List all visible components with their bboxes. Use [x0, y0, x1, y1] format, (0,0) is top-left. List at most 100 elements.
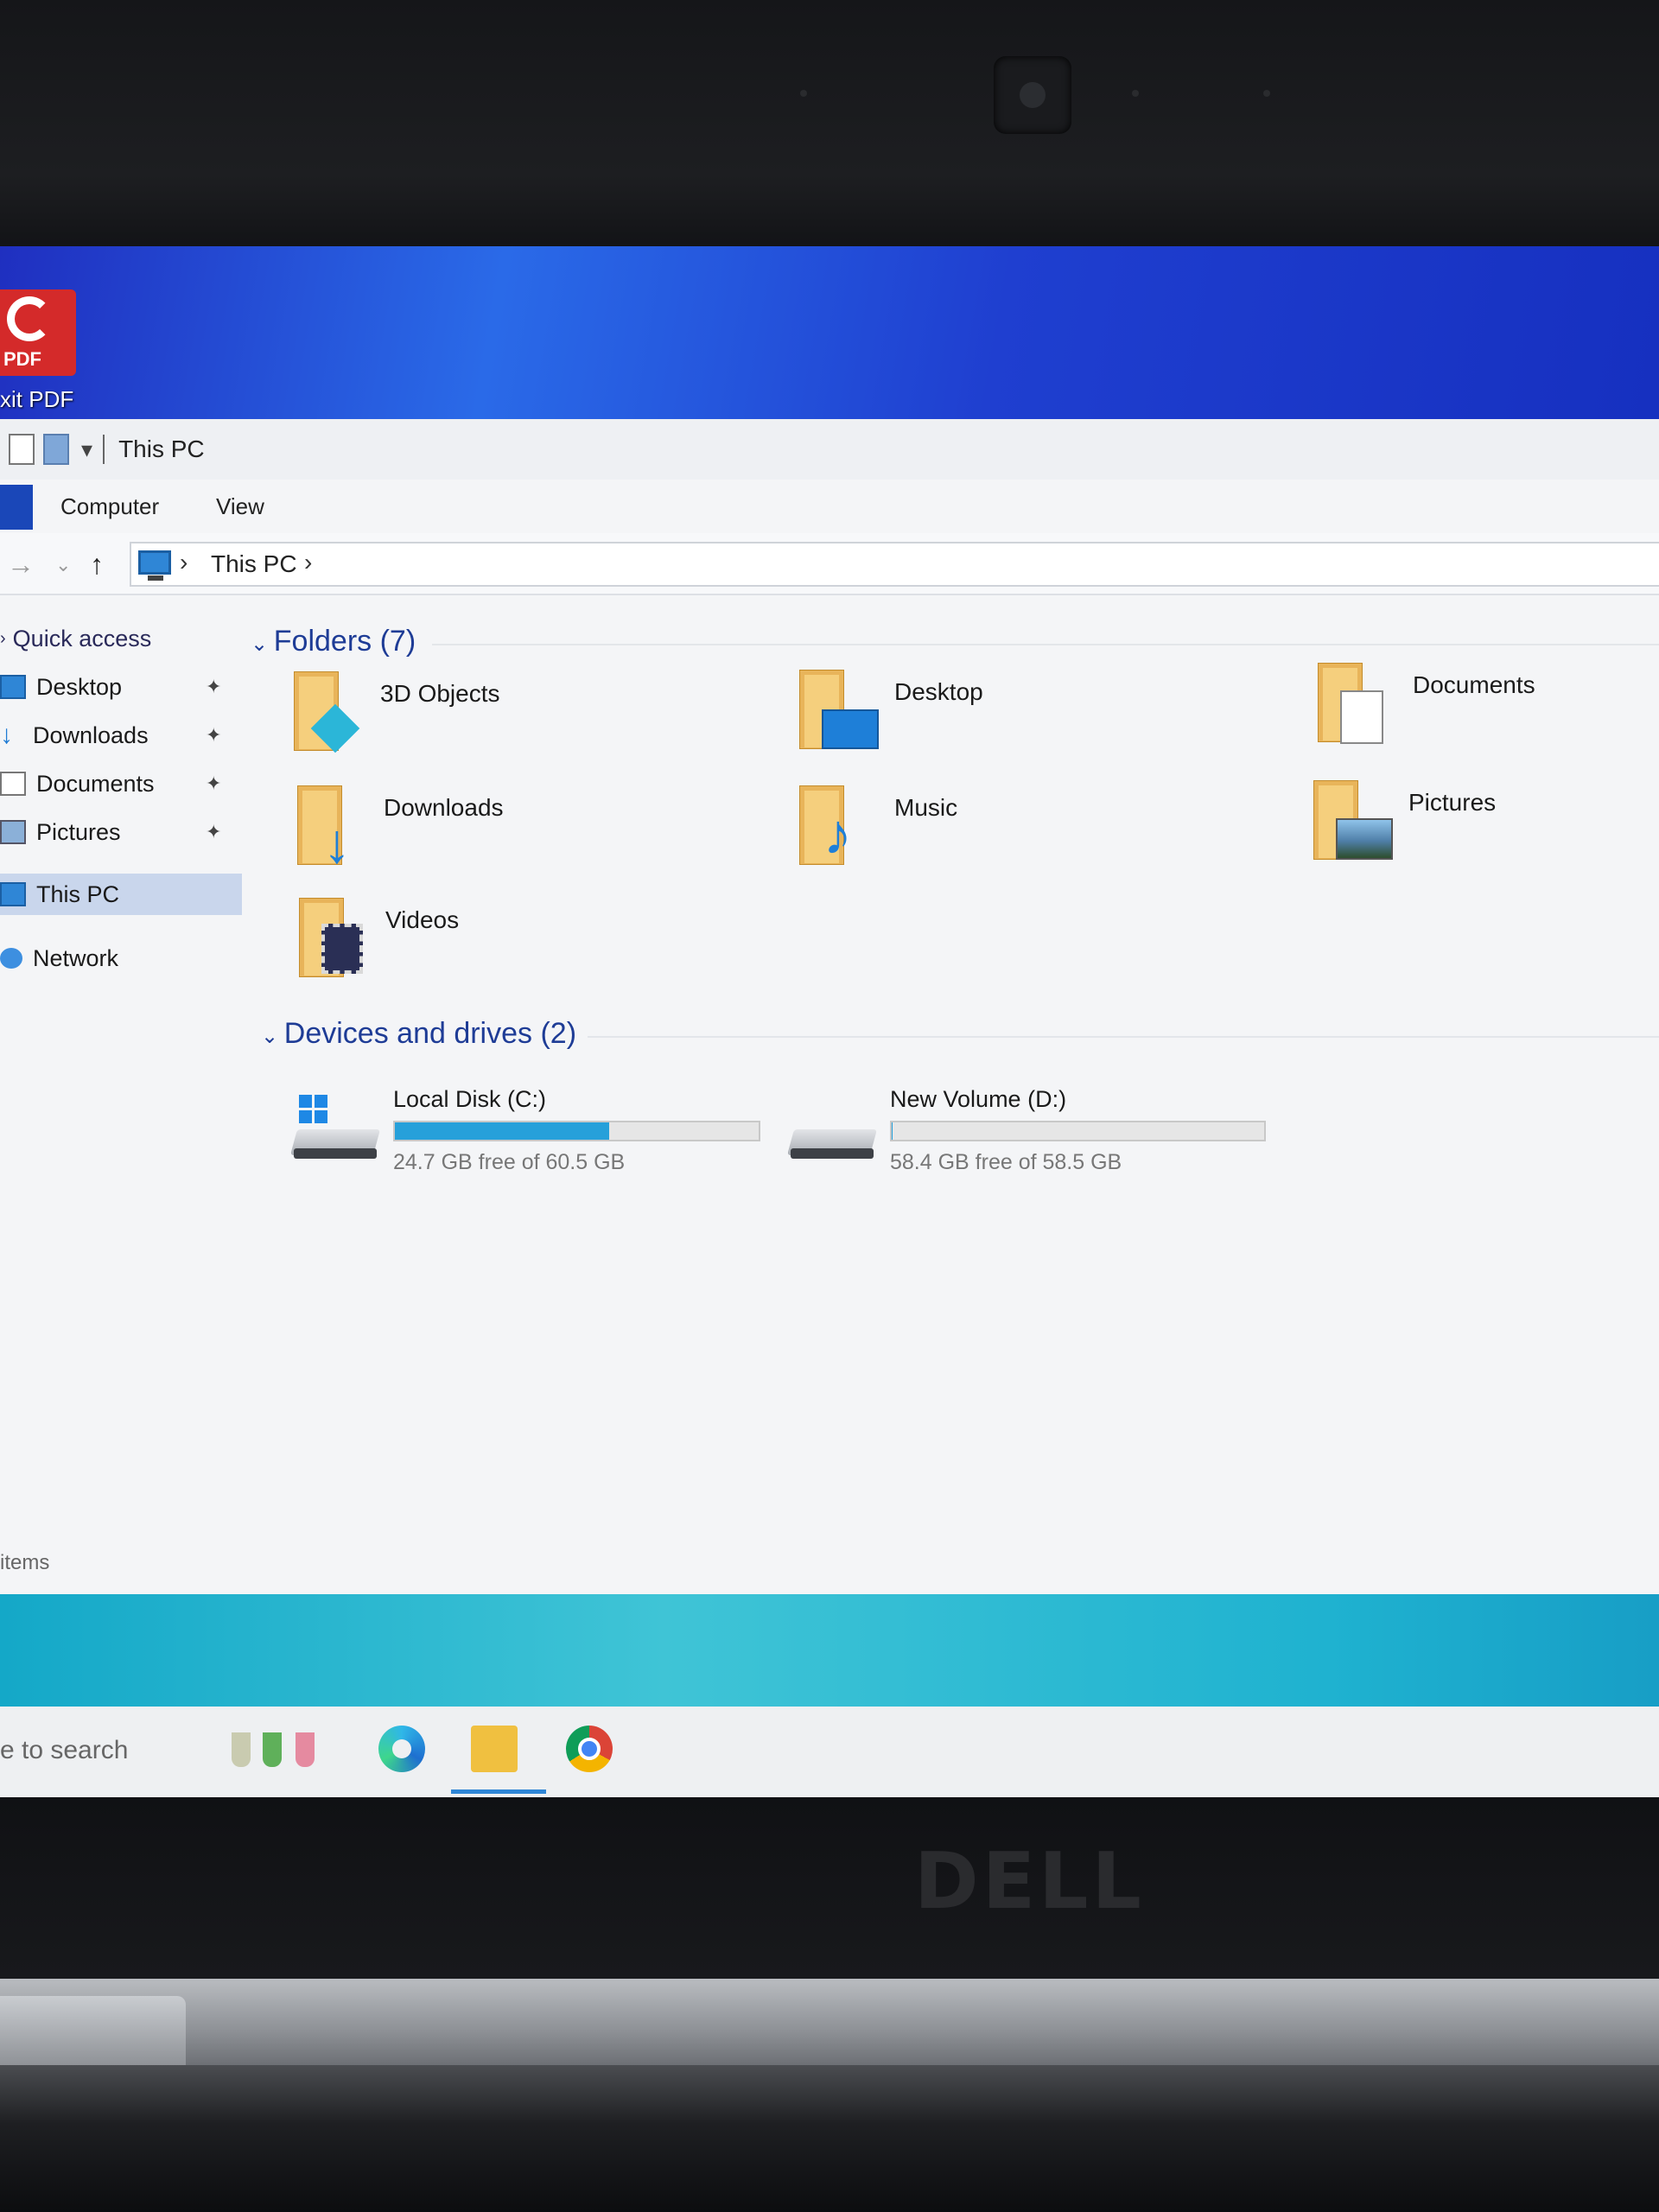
collapse-chevron-icon: ⌄ [251, 632, 274, 656]
folders-group-header[interactable]: ⌄ Folders (7) [251, 625, 416, 658]
new-folder-quick-button[interactable] [43, 434, 69, 465]
folder-downloads[interactable]: ↓ Downloads [297, 785, 747, 880]
drive-name: New Volume (D:) [890, 1086, 1067, 1112]
customize-toolbar-dropdown[interactable]: ▾ [81, 436, 92, 463]
sidebar-item-label: Quick access [12, 625, 152, 652]
content-pane: ⌄ Folders (7) 3D Objects Desktop Documen… [242, 594, 1659, 1492]
hinge-cover [0, 1996, 186, 2074]
hard-drive-icon [786, 1109, 878, 1160]
edge-icon[interactable] [378, 1726, 425, 1772]
screen: PDF xit PDF ▾ This PC Computer View → ⌄ … [0, 246, 1659, 1797]
recent-dropdown-icon[interactable]: ⌄ [55, 554, 71, 576]
drive-usage-fill [395, 1122, 610, 1140]
folders-header-text: Folders (7) [273, 625, 416, 658]
drive-c[interactable]: Local Disk (C:) 24.7 GB free of 60.5 GB [289, 1086, 778, 1181]
sidebar-item-label: Documents [36, 770, 155, 797]
sidebar-item-desktop[interactable]: Desktop ✦ [0, 666, 242, 708]
sidebar-item-label: Pictures [36, 818, 121, 845]
drive-usage-bar [393, 1121, 760, 1141]
breadcrumb-this-pc[interactable]: This PC [211, 550, 297, 578]
folder-desktop[interactable]: Desktop [799, 670, 1249, 765]
forward-arrow-icon[interactable]: → [7, 549, 35, 581]
file-explorer-window: ▾ This PC Computer View → ⌄ ↑ › This PC … [0, 419, 1659, 1594]
sidebar-item-label: Network [33, 944, 119, 971]
laptop-top-bezel [0, 0, 1659, 251]
network-icon [0, 948, 22, 969]
sidebar-item-downloads[interactable]: ↓ Downloads ✦ [0, 715, 242, 756]
status-bar-text: items [0, 1551, 50, 1574]
foxit-badge-text: PDF [3, 348, 41, 370]
foxit-pdf-icon[interactable]: PDF [0, 289, 76, 376]
science-app-icon[interactable] [223, 1707, 335, 1793]
dell-logo: DELL [914, 1836, 1145, 1927]
laptop-base [0, 2065, 1659, 2212]
laptop-hinge [0, 1979, 1659, 2065]
desktop-wallpaper: PDF xit PDF [0, 246, 1659, 419]
chrome-icon[interactable] [566, 1726, 613, 1772]
folder-music-icon: ♪ [799, 785, 861, 866]
folder-videos[interactable]: Videos [299, 898, 748, 993]
folder-pictures[interactable]: Pictures [1313, 780, 1659, 875]
sensor-dot [1263, 90, 1270, 97]
folder-videos-icon [299, 898, 363, 977]
sidebar-item-this-pc[interactable]: This PC [0, 874, 242, 915]
taskbar: e to search [0, 1707, 1659, 1797]
tab-view[interactable]: View [216, 493, 264, 520]
folder-label: Desktop [894, 678, 983, 705]
drive-name: Local Disk (C:) [393, 1086, 547, 1112]
webcam [994, 56, 1071, 134]
drive-free-space: 24.7 GB free of 60.5 GB [393, 1150, 626, 1174]
laptop-bottom-bezel [0, 1797, 1659, 1979]
folder-documents[interactable]: Documents [1318, 663, 1659, 758]
file-explorer-icon[interactable] [471, 1726, 518, 1772]
group-divider [588, 1036, 1659, 1038]
ribbon-tabs: Computer View [0, 480, 1659, 535]
foxit-logo-icon [7, 296, 52, 341]
devices-header-text: Devices and drives (2) [283, 1017, 577, 1050]
properties-quick-button[interactable] [9, 434, 35, 465]
pin-icon[interactable]: ✦ [206, 772, 221, 795]
sensor-dot [800, 90, 807, 97]
document-icon [0, 772, 26, 796]
folder-label: Pictures [1408, 789, 1497, 816]
sidebar-item-network[interactable]: Network [0, 938, 242, 979]
this-pc-icon [138, 550, 171, 581]
sidebar-item-quick-access[interactable]: › Quick access [0, 618, 242, 659]
folder-desktop-icon [799, 670, 879, 749]
sidebar-item-label: Downloads [33, 721, 149, 748]
drive-d[interactable]: New Volume (D:) 58.4 GB free of 58.5 GB [786, 1086, 1274, 1181]
sidebar-item-label: This PC [36, 880, 120, 907]
group-divider [432, 644, 1659, 645]
breadcrumb-chevron[interactable]: › [180, 549, 188, 576]
address-bar[interactable]: › This PC › [130, 542, 1659, 587]
drive-usage-bar [890, 1121, 1266, 1141]
drive-usage-fill [892, 1122, 893, 1140]
file-tab[interactable] [0, 485, 33, 530]
navigation-pane: › Quick access Desktop ✦ ↓ Downloads ✦ D… [0, 594, 242, 1492]
up-arrow-icon[interactable]: ↑ [90, 549, 104, 581]
folder-label: Documents [1413, 671, 1535, 698]
address-bar-row: → ⌄ ↑ › This PC › [0, 533, 1659, 595]
sidebar-item-label: Desktop [36, 673, 123, 700]
download-arrow-icon: ↓ [0, 721, 13, 749]
folder-3d-objects-icon [294, 671, 360, 753]
folder-3d-objects[interactable]: 3D Objects [294, 671, 743, 766]
pin-icon[interactable]: ✦ [206, 724, 221, 747]
active-app-indicator [451, 1789, 546, 1794]
pin-icon[interactable]: ✦ [206, 821, 221, 843]
pin-icon[interactable]: ✦ [206, 676, 221, 698]
folder-label: 3D Objects [380, 680, 500, 707]
desktop-icon [0, 675, 26, 699]
sidebar-item-pictures[interactable]: Pictures ✦ [0, 811, 242, 853]
picture-icon [0, 820, 26, 844]
sensor-dot [1132, 90, 1139, 97]
expand-chevron-icon: › [0, 628, 6, 648]
breadcrumb-chevron[interactable]: › [304, 549, 312, 576]
devices-group-header[interactable]: ⌄ Devices and drives (2) [261, 1017, 576, 1051]
foxit-pdf-label[interactable]: xit PDF [0, 386, 73, 413]
tab-computer[interactable]: Computer [60, 493, 159, 520]
folder-label: Downloads [384, 794, 504, 821]
taskbar-search[interactable]: e to search [0, 1736, 128, 1765]
folder-music[interactable]: ♪ Music [799, 785, 1249, 880]
sidebar-item-documents[interactable]: Documents ✦ [0, 763, 242, 804]
